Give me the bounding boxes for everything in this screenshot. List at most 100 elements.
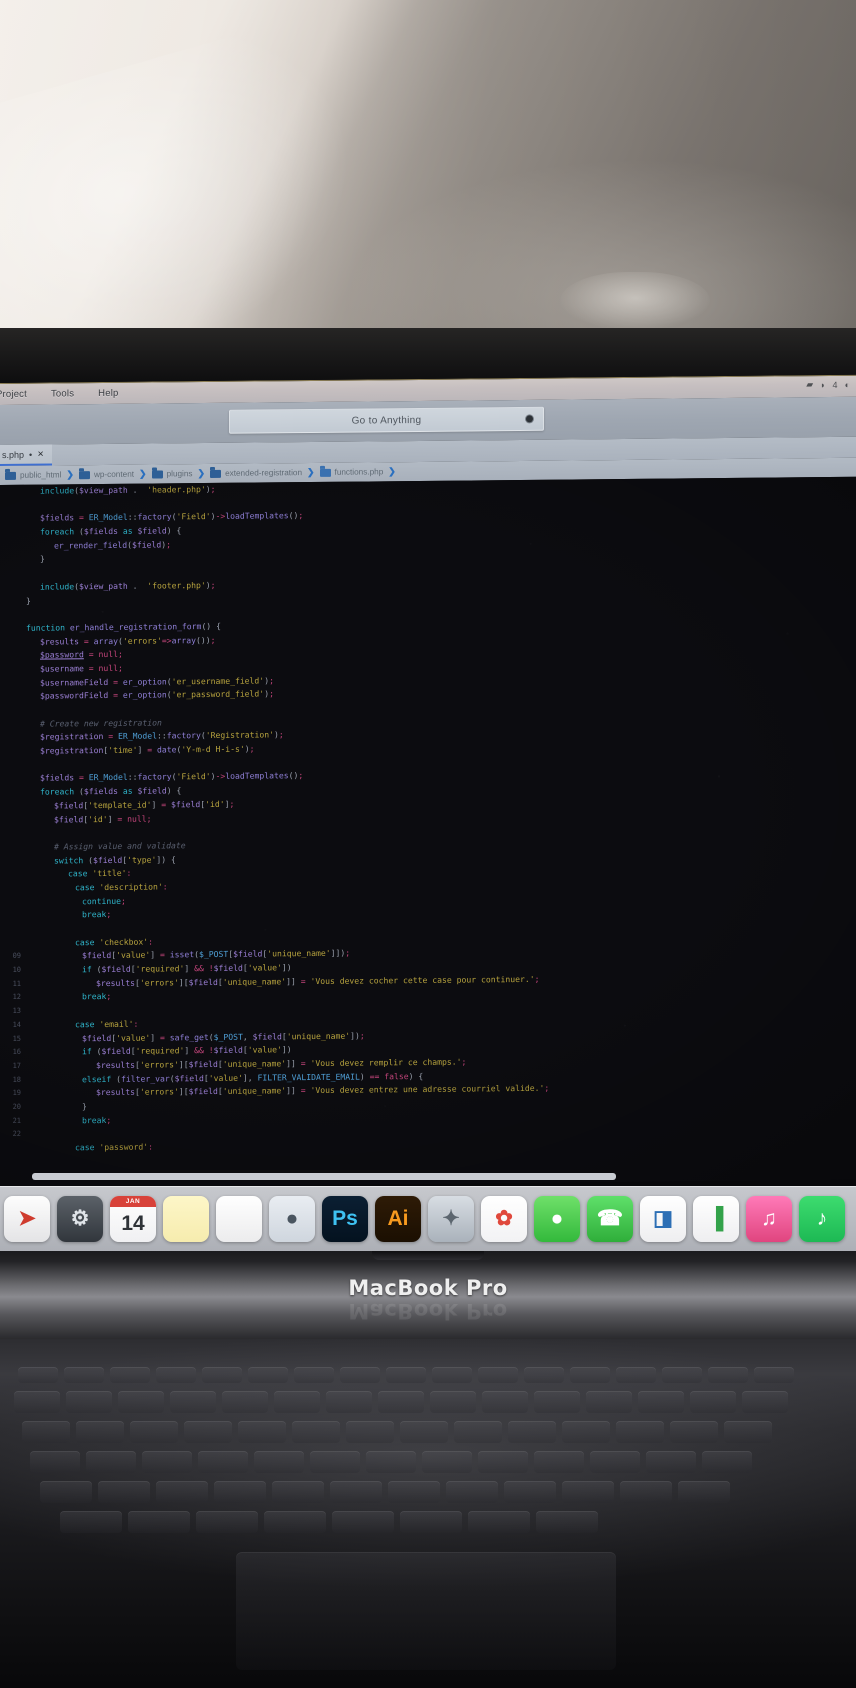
keyboard-key	[202, 1367, 242, 1383]
breadcrumb-label: functions.php	[334, 467, 384, 477]
keyboard-key	[292, 1421, 340, 1443]
menu-project[interactable]: Project	[0, 389, 29, 400]
chevron-right-icon: ❯	[388, 466, 396, 477]
notes-icon[interactable]	[163, 1195, 209, 1242]
keyboard-key	[40, 1481, 92, 1503]
close-icon[interactable]: ✕	[37, 450, 44, 459]
keyboard-row	[30, 1451, 752, 1473]
keyboard-key	[170, 1391, 216, 1413]
code-line-text: $field['id'] = null;	[54, 813, 152, 824]
tab-modified-icon: •	[29, 449, 33, 460]
keyboard-key	[638, 1391, 684, 1413]
keyboard-key	[214, 1481, 266, 1503]
numbers-icon[interactable]: ▐	[693, 1195, 739, 1242]
messages-icon[interactable]: ●	[534, 1195, 580, 1242]
keyboard-key	[670, 1421, 718, 1443]
code-line-text: case 'checkbox':	[75, 936, 153, 947]
folder-icon	[151, 469, 163, 479]
wall-light-blob	[560, 272, 710, 330]
keynote-icon[interactable]: ◨	[640, 1195, 686, 1242]
wall-background	[0, 0, 856, 413]
code-content[interactable]: include($view_path . 'header.php'); $fiel…	[0, 477, 856, 1156]
chevron-right-icon: ❯	[197, 468, 206, 479]
breadcrumb-item-plugins[interactable]: plugins	[149, 469, 196, 478]
code-line-text: break;	[82, 1114, 112, 1125]
dock-icon-glyph: 14	[121, 1211, 145, 1235]
keyboard-key	[156, 1481, 208, 1503]
breadcrumb-item-extended-registration[interactable]: extended-registration	[207, 468, 305, 478]
code-line-text: case 'email':	[75, 1018, 139, 1030]
keyboard-key	[678, 1481, 730, 1503]
keyboard-key	[110, 1367, 150, 1383]
keyboard-key	[198, 1451, 248, 1473]
appstore-icon[interactable]: ✦	[428, 1195, 474, 1242]
line-number: 16	[12, 1047, 21, 1057]
horizontal-scrollbar[interactable]	[32, 1173, 616, 1180]
breadcrumb-label: extended-registration	[225, 468, 302, 478]
code-area[interactable]: include($view_path . 'header.php'); $fiel…	[0, 476, 856, 1189]
keyboard-key	[130, 1421, 178, 1443]
keyboard-key	[60, 1511, 122, 1533]
photoshop-icon[interactable]: Ps	[322, 1195, 368, 1242]
menu-help[interactable]: Help	[96, 388, 120, 399]
keyboard-key	[14, 1391, 60, 1413]
dock-icon-glyph: ☎	[596, 1207, 624, 1230]
keyboard-key	[378, 1391, 424, 1413]
wifi-icon[interactable]: ◗	[820, 380, 825, 390]
dock-icon-glyph: ⚙	[70, 1207, 90, 1230]
keyboard-key	[310, 1451, 360, 1473]
reminders-icon[interactable]	[216, 1195, 262, 1242]
breadcrumb-item-public-html[interactable]: public_html	[2, 470, 64, 480]
laptop-notch	[372, 1251, 484, 1260]
code-line-text: $username = null;	[40, 662, 123, 674]
tab-functions-php[interactable]: s.php • ✕	[0, 444, 52, 466]
keyboard-key	[422, 1451, 472, 1473]
tab-label: s.php	[2, 449, 25, 460]
keyboard-key	[478, 1367, 518, 1383]
menu-tools[interactable]: Tools	[49, 388, 76, 399]
finder-search-icon[interactable]: ●	[269, 1195, 315, 1242]
breadcrumb-label: wp-content	[93, 469, 135, 480]
keyboard-key	[264, 1511, 326, 1533]
code-line-text: }	[26, 595, 31, 606]
keyboard-key	[430, 1391, 476, 1413]
folder-icon	[78, 470, 90, 479]
keyboard-key	[340, 1367, 380, 1383]
system-preferences-icon[interactable]: ⚙	[57, 1195, 103, 1242]
keyboard-key	[86, 1451, 136, 1473]
battery-icon[interactable]: ▰	[806, 379, 813, 390]
tray-count: 4	[832, 379, 838, 390]
preview-icon[interactable]: ➤	[4, 1195, 50, 1242]
breadcrumb-item-wp-content[interactable]: wp-content	[76, 470, 137, 480]
keyboard-key	[142, 1451, 192, 1473]
keyboard-key	[388, 1481, 440, 1503]
itunes-icon[interactable]: ♫	[746, 1195, 792, 1242]
photos-icon[interactable]: ✿	[481, 1195, 527, 1242]
keyboard-key	[432, 1367, 472, 1383]
code-line-text: # Create new registration	[40, 717, 162, 729]
code-line-text: break;	[82, 991, 112, 1002]
keyboard-key	[184, 1421, 232, 1443]
code-line-text: case 'password':	[75, 1141, 153, 1153]
facetime-icon[interactable]: ☎	[587, 1195, 633, 1242]
goto-anything-indicator-icon[interactable]	[525, 414, 534, 424]
breadcrumb-label: plugins	[166, 469, 193, 479]
keyboard-key	[662, 1367, 702, 1383]
breadcrumb-label: public_html	[20, 470, 62, 480]
chevron-right-icon: ❯	[66, 469, 74, 480]
keyboard-key	[534, 1451, 584, 1473]
keyboard-key	[22, 1421, 70, 1443]
spotify-icon[interactable]: ♪	[799, 1195, 845, 1242]
illustrator-icon[interactable]: Ai	[375, 1195, 421, 1242]
breadcrumb-item-functions-php[interactable]: functions.php	[317, 467, 387, 477]
keyboard-key	[156, 1367, 196, 1383]
line-number: 11	[12, 979, 21, 988]
clock-icon[interactable]: ◐	[845, 379, 850, 389]
keyboard-key	[400, 1421, 448, 1443]
keyboard-key	[238, 1421, 286, 1443]
keyboard-key	[690, 1391, 736, 1413]
calendar-icon[interactable]: JAN 14	[110, 1195, 156, 1242]
chevron-right-icon: ❯	[307, 466, 315, 478]
goto-anything-input[interactable]: Go to Anything	[229, 406, 544, 434]
keyboard-key	[272, 1481, 324, 1503]
